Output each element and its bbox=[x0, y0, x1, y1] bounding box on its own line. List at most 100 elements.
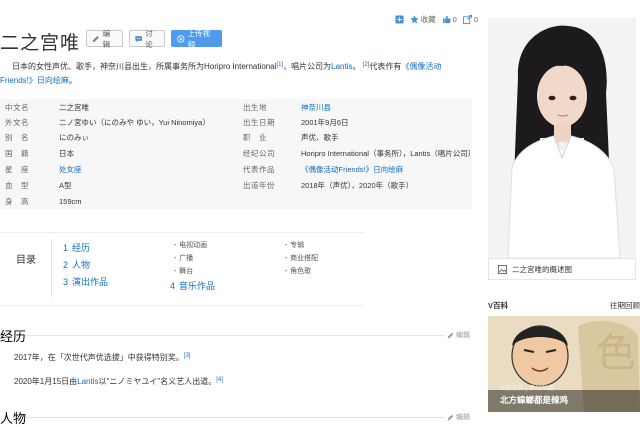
like-button[interactable]: 0 bbox=[442, 15, 457, 24]
toc-item-career[interactable]: 1 经历 bbox=[63, 241, 90, 254]
summary-text-4: 代表作有 bbox=[369, 62, 402, 71]
info-row-birthplace: 出生地 神奈川县 bbox=[238, 99, 331, 115]
star-icon bbox=[410, 14, 419, 23]
toc-subitem-tv-anime[interactable]: 电视动画 bbox=[174, 240, 207, 250]
reference-3[interactable]: [3] bbox=[184, 353, 191, 359]
edit-button[interactable]: 编辑 bbox=[86, 29, 123, 49]
career-paragraph-2: 2020年1月15日由Lantis以"ニノミヤユイ"名义艺人出道。[4] bbox=[14, 377, 223, 386]
info-row-foreign-name: 外文名 二ノ宮ゆい（にのみや ゆい，Yui Ninomiya） bbox=[0, 114, 210, 130]
zodiac-link[interactable]: 处女座 bbox=[59, 164, 82, 175]
info-key: 代表作品 bbox=[243, 164, 275, 174]
vbaike-label: V百科 bbox=[488, 300, 509, 310]
vbaike-more-link[interactable]: 往期回顾 bbox=[610, 300, 640, 311]
lantis-link-2[interactable]: Lantis bbox=[77, 377, 98, 386]
info-key: 国 籍 bbox=[5, 148, 29, 158]
upload-video-button-label: 上传视频 bbox=[187, 28, 211, 49]
share-button[interactable]: 0 bbox=[462, 14, 478, 24]
info-row-height: 身 高 159cm bbox=[0, 193, 82, 209]
share-count: 0 bbox=[473, 14, 478, 24]
toc-item-works[interactable]: 3 演出作品 bbox=[63, 275, 108, 288]
info-row-agency: 经纪公司 Horipro International（事务所），Lantis（唱… bbox=[238, 145, 475, 161]
section-title-career: 经历 bbox=[0, 329, 27, 344]
works-link[interactable]: 《偶像活动Friends!》日向绘麻 bbox=[301, 164, 403, 175]
info-row-chinese-name: 中文名 二之宫唯 bbox=[0, 99, 89, 115]
toc-subitem-radio[interactable]: 广播 bbox=[174, 253, 193, 263]
upload-video-button[interactable]: 上传视频 bbox=[171, 28, 222, 49]
chat-icon bbox=[135, 35, 142, 42]
info-row-zodiac: 星 座 处女座 bbox=[0, 161, 82, 177]
section-edit-label: 编辑 bbox=[456, 332, 470, 339]
toc-item-person[interactable]: 2 人物 bbox=[63, 258, 90, 271]
svg-text:色: 色 bbox=[596, 330, 636, 376]
toc-subitem-commercial[interactable]: 商业搭配 bbox=[285, 253, 318, 263]
section-edit-label: 编辑 bbox=[456, 414, 470, 421]
info-row-debut-year: 出道年份 2018年（声优），2020年（歌手） bbox=[238, 177, 413, 193]
summary-text-5: 。 bbox=[68, 76, 77, 85]
info-value: 日本 bbox=[59, 148, 74, 158]
main-content: 收藏 0 0 二之宫唯 编辑 讨论 上传视频 日本的女性声优、歌手，神奈川县出生… bbox=[0, 0, 478, 427]
share-icon bbox=[462, 14, 472, 24]
vbaike-card[interactable]: 色 图解百科 | 第2355期 北方蟑螂都是辣鸡 bbox=[488, 316, 640, 412]
discuss-button[interactable]: 讨论 bbox=[129, 29, 165, 49]
vbaike-caption: 北方蟑螂都是辣鸡 bbox=[500, 395, 569, 405]
info-key: 外文名 bbox=[5, 117, 29, 127]
table-of-contents: 目录 1经历 2人物 3演出作品 4音乐作品 电视动画 广播 舞台 专辑 商业搭… bbox=[0, 232, 364, 306]
basic-info-box: 中文名 二之宫唯 外文名 二ノ宮ゆい（にのみや ゆい，Yui Ninomiya）… bbox=[0, 99, 475, 209]
page-title: 二之宫唯 bbox=[0, 33, 81, 54]
info-row-birth-date: 出生日期 2001年9月6日 bbox=[238, 114, 349, 130]
pencil-icon bbox=[447, 332, 454, 338]
favorite-label: 收藏 bbox=[420, 14, 436, 24]
info-value: 二之宫唯 bbox=[59, 102, 89, 112]
toc-item-music[interactable]: 4 音乐作品 bbox=[170, 279, 215, 292]
section-divider bbox=[26, 335, 445, 336]
thumbs-up-icon bbox=[442, 15, 451, 23]
summary-text-3: 。 bbox=[352, 62, 361, 71]
like-count: 0 bbox=[452, 14, 457, 24]
info-key: 出生地 bbox=[243, 102, 267, 112]
info-row-alias: 别 名 にのみぃ bbox=[0, 129, 89, 145]
info-row-occupation: 职 业 声优、歌手 bbox=[238, 129, 339, 145]
section-edit-button[interactable]: 编辑 bbox=[447, 412, 470, 422]
lantis-link[interactable]: Lantis bbox=[331, 62, 352, 71]
section-title-person: 人物 bbox=[0, 411, 27, 426]
vbaike-meta: 图解百科 | 第2355期 bbox=[500, 386, 555, 392]
toc-subitem-album[interactable]: 专辑 bbox=[285, 240, 304, 250]
info-value: 二ノ宮ゆい（にのみや ゆい，Yui Ninomiya） bbox=[59, 117, 210, 127]
pencil-icon bbox=[92, 35, 99, 42]
reference-4[interactable]: [4] bbox=[216, 377, 223, 383]
info-key: 血 型 bbox=[5, 180, 29, 190]
vbaike-header: V百科 往期回顾 bbox=[488, 298, 640, 312]
plus-square-icon bbox=[395, 14, 404, 24]
toc-divider bbox=[51, 239, 52, 297]
sidebar: 二之宫唯的概述图 V百科 往期回顾 色 图解百科 | 第2355期 北方蟑螂都是… bbox=[488, 0, 640, 427]
section-divider bbox=[26, 417, 445, 418]
summary-text-1: 日本的女性声优、歌手，神奈川县出生，所属事务所为Horipro Internat… bbox=[12, 62, 277, 71]
info-row-works: 代表作品 《偶像活动Friends!》日向绘麻 bbox=[238, 161, 403, 177]
person-portrait-image bbox=[488, 18, 636, 258]
toc-title: 目录 bbox=[16, 255, 36, 266]
info-key: 身 高 bbox=[5, 196, 29, 206]
toc-subitem-character-song[interactable]: 角色歌 bbox=[285, 266, 311, 276]
photo-caption[interactable]: 二之宫唯的概述图 bbox=[488, 258, 636, 280]
info-key: 星 座 bbox=[5, 164, 29, 174]
info-row-nationality: 国 籍 日本 bbox=[0, 145, 74, 161]
info-key: 职 业 bbox=[243, 132, 267, 142]
photo-caption-text: 二之宫唯的概述图 bbox=[512, 264, 572, 274]
info-value: 声优、歌手 bbox=[301, 132, 339, 142]
career-paragraph-1: 2017年，在「次世代声优选拔」中获得特别奖。[3] bbox=[14, 353, 191, 362]
add-button[interactable] bbox=[395, 14, 404, 24]
summary-text-2: ，唱片公司为 bbox=[283, 62, 332, 71]
favorite-button[interactable]: 收藏 bbox=[410, 14, 436, 25]
info-value: 2001年9月6日 bbox=[301, 117, 349, 127]
section-edit-button[interactable]: 编辑 bbox=[447, 330, 470, 340]
info-key: 经纪公司 bbox=[243, 148, 275, 158]
profile-photo[interactable] bbox=[488, 18, 636, 258]
toc-subitem-stage[interactable]: 舞台 bbox=[174, 266, 193, 276]
info-key: 中文名 bbox=[5, 102, 29, 112]
info-key: 出道年份 bbox=[243, 180, 275, 190]
pencil-icon bbox=[447, 414, 454, 420]
info-key: 出生日期 bbox=[243, 117, 275, 127]
info-value: Horipro International（事务所），Lantis（唱片公司） bbox=[301, 148, 476, 158]
birthplace-link[interactable]: 神奈川县 bbox=[301, 102, 331, 113]
info-row-blood-type: 血 型 A型 bbox=[0, 177, 72, 193]
